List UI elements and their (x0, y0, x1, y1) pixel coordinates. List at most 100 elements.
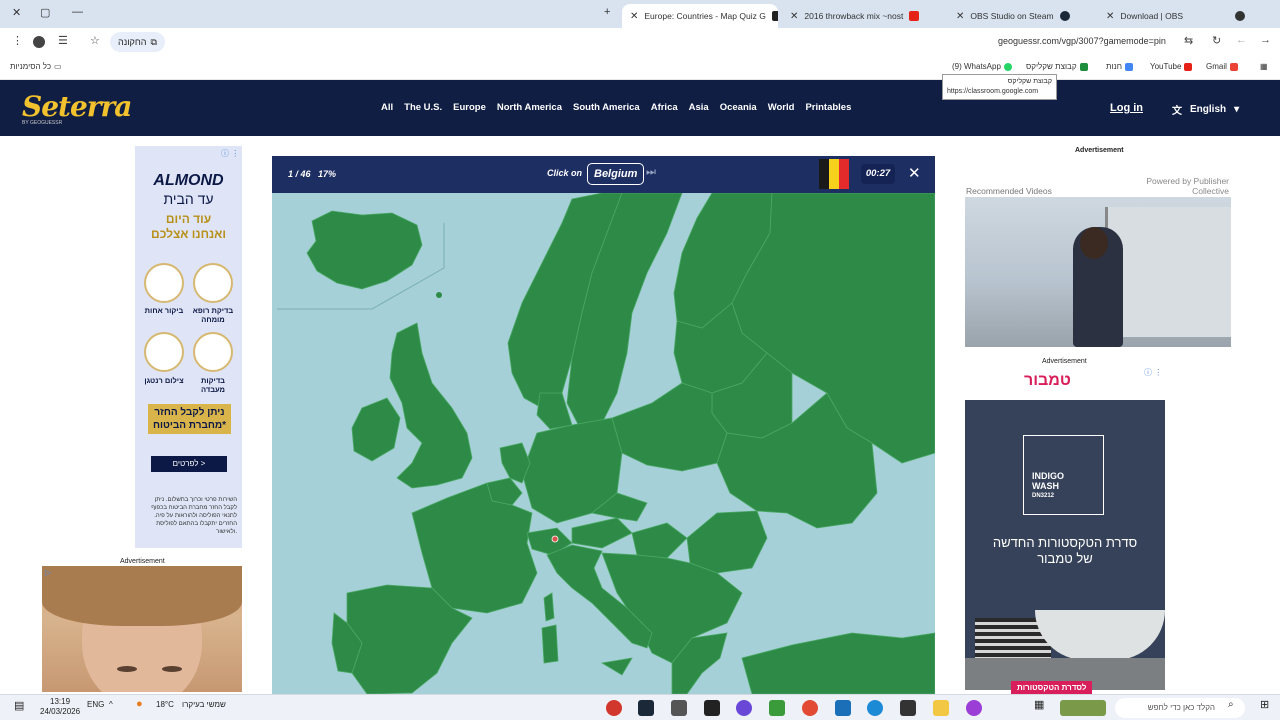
flag-stripe (829, 159, 839, 189)
translate-icon: 文 (1172, 106, 1182, 117)
address-bar[interactable]: geoguessr.com/vgp/3007?gamemode=pin (998, 36, 1166, 46)
tamboor-advertisement[interactable]: INDIGO WASH DN3212 סדרת הטקסטורות החדשה … (965, 400, 1165, 690)
ad-product-box: INDIGO WASH DN3212 (1023, 435, 1104, 515)
photos-app-icon[interactable] (835, 700, 851, 716)
eye (162, 666, 182, 672)
close-tab-icon[interactable]: ✕ (790, 11, 798, 22)
back-icon[interactable]: → (1260, 34, 1271, 46)
new-tab-button[interactable]: + (604, 6, 610, 18)
country-faroe[interactable] (436, 292, 442, 298)
skip-icon[interactable]: ⏭ (646, 166, 656, 179)
recommended-video[interactable] (965, 197, 1231, 347)
webcam-overlay: ▷ (42, 566, 242, 692)
ad-info-icon[interactable]: ⓘ ⋮ (221, 148, 239, 159)
ad-info-icon[interactable]: ⓘ ⋮ (1144, 367, 1162, 378)
nav-asia[interactable]: Asia (689, 102, 709, 113)
edge-app-icon[interactable] (867, 700, 883, 716)
messenger-app-icon[interactable] (736, 700, 752, 716)
store-app-icon[interactable] (900, 700, 916, 716)
all-bookmarks[interactable]: כל הסימניות ▭ (10, 62, 62, 71)
minimize-icon[interactable]: ✕ (12, 6, 21, 19)
seterra-logo[interactable]: Seterra (22, 90, 132, 123)
country-corsica[interactable] (543, 592, 555, 622)
weather-text: שמשי בעיקרו (182, 700, 226, 709)
bookmark-classroom[interactable]: קבוצת שקליקס (1026, 62, 1088, 71)
ad-cta-button[interactable]: לסדרת הטקסטורות (1011, 681, 1093, 695)
obs-app-icon[interactable] (606, 700, 622, 716)
login-link[interactable]: Log in (1110, 102, 1143, 114)
close-tab-icon[interactable]: ✕ (630, 11, 638, 22)
europe-map[interactable] (272, 193, 935, 694)
ad-headline: סדרת הטקסטורות החדשה של טמבור (992, 535, 1138, 566)
close-quiz-icon[interactable]: ✕ (908, 164, 921, 182)
ad-choices-icon[interactable]: ▷ (45, 568, 51, 577)
flag-stripe (819, 159, 829, 189)
weather-icon: ● (136, 698, 143, 710)
reload-icon[interactable]: ↻ (1212, 34, 1221, 47)
copilot-app-icon[interactable] (966, 700, 982, 716)
tab-search-icon[interactable]: ☰ (58, 34, 68, 47)
nav-south-america[interactable]: South America (573, 102, 640, 113)
steam-favicon-icon (1059, 11, 1070, 21)
left-advertisement[interactable]: ⓘ ⋮ ALMOND עד הבית עוד היום ואנחנו אצלכם … (135, 146, 242, 548)
xray-icon (144, 332, 184, 372)
nav-europe[interactable]: Europe (453, 102, 486, 113)
nav-printables[interactable]: Printables (805, 102, 851, 113)
task-view-icon[interactable]: ▦ (1034, 698, 1044, 711)
nav-the-us[interactable]: The U.S. (404, 102, 442, 113)
windows-start-icon[interactable]: ⊞ (1260, 698, 1269, 711)
pin-marker (551, 535, 559, 543)
taskbar-search[interactable]: הקלד כאן כדי לחפש (1115, 698, 1245, 718)
extensions-icon[interactable]: ⇆ (1184, 34, 1193, 47)
hair (42, 566, 242, 626)
country-sardinia[interactable] (541, 624, 559, 664)
settings-app-icon[interactable] (671, 700, 687, 716)
nav-all[interactable]: All (381, 102, 393, 113)
nav-africa[interactable]: Africa (651, 102, 678, 113)
forward-icon[interactable]: ← (1236, 34, 1247, 46)
bookmark-whatsapp[interactable]: (9) WhatsApp (952, 62, 1012, 71)
search-icon[interactable]: ⌕ (1228, 699, 1234, 710)
apps-grid-icon[interactable]: ▦ (1260, 62, 1268, 71)
bookmark-store[interactable]: חנות (1106, 62, 1133, 71)
profile-avatar[interactable] (33, 36, 45, 48)
weather-temp[interactable]: 18°C (156, 700, 174, 709)
nav-oceania[interactable]: Oceania (720, 102, 757, 113)
restore-icon[interactable]: ▢ (40, 6, 50, 19)
close-tab-icon[interactable]: ✕ (1106, 11, 1114, 22)
tab-download-obs[interactable]: ✕ Download | OBS (1098, 4, 1253, 28)
classroom-icon (1079, 62, 1088, 71)
nav-north-america[interactable]: North America (497, 102, 562, 113)
tab-title: 2016 throwback mix ~nost (804, 11, 904, 21)
notification-icon[interactable]: ▤ (14, 699, 24, 712)
input-language[interactable]: ENG (87, 700, 104, 709)
explorer-app-icon[interactable] (933, 700, 949, 716)
clock[interactable]: 13:19 24/03/2026 (40, 697, 80, 717)
bookmark-tooltip: קבוצת שקליקס https://classroom.google.co… (942, 74, 1057, 100)
bookmark-youtube[interactable]: YouTube (1150, 62, 1193, 71)
language-selector[interactable]: 文 English ▾ (1172, 102, 1239, 117)
tab-youtube-mix[interactable]: ✕ 2016 throwback mix ~nost (782, 4, 932, 28)
ad-label: Advertisement (120, 558, 165, 565)
widget-banner[interactable] (1060, 700, 1106, 716)
chrome-app-icon[interactable] (802, 700, 818, 716)
box-line: INDIGO (1032, 471, 1065, 481)
youtube-favicon-icon (909, 11, 920, 21)
tree-app-icon[interactable] (769, 700, 785, 716)
tab-europe-quiz[interactable]: ✕ Europe: Countries - Map Quiz G (622, 4, 778, 28)
bookmark-gmail[interactable]: Gmail (1206, 62, 1238, 71)
tab-obs-steam[interactable]: ✕ OBS Studio on Steam (948, 4, 1093, 28)
maximize-icon[interactable]: — (72, 6, 83, 18)
ad-details-button[interactable]: לפרטים > (151, 456, 227, 472)
close-tab-icon[interactable]: ✕ (956, 11, 964, 22)
steam-app-icon[interactable] (638, 700, 654, 716)
tray-chevron-icon[interactable]: ^ (109, 700, 113, 709)
tab-group-chip[interactable]: החקונה ⧉ (110, 32, 165, 52)
nav-world[interactable]: World (768, 102, 795, 113)
recommended-videos-label: Recommended Videos (966, 186, 1052, 196)
epic-app-icon[interactable] (704, 700, 720, 716)
menu-dots-icon[interactable]: ⋮ (12, 34, 23, 47)
whatsapp-icon (1003, 62, 1012, 71)
bookmark-star-icon[interactable]: ☆ (90, 34, 100, 47)
share-icon: ⧉ (150, 36, 157, 47)
